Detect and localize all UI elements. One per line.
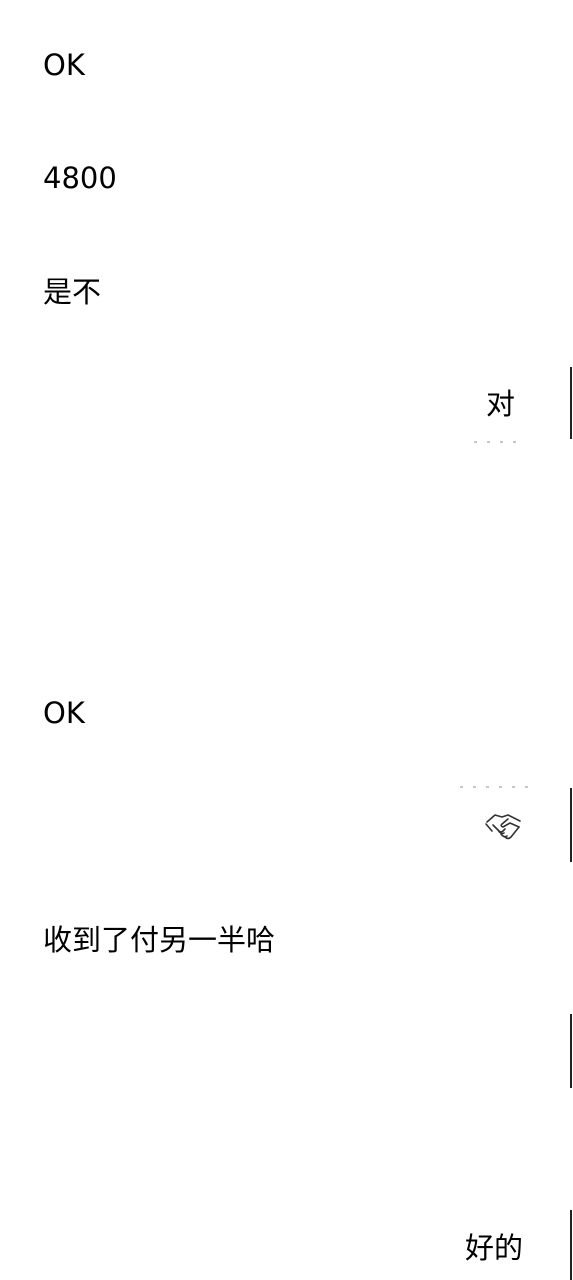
bubble-edge-divider <box>570 367 572 439</box>
handshake-icon <box>485 814 521 840</box>
bubble-edge-divider <box>570 1014 572 1088</box>
outgoing-message: 好的 <box>465 1228 523 1268</box>
incoming-message: OK <box>43 45 85 85</box>
message-text: 好的 <box>464 1231 523 1265</box>
message-text: 收到了付另一半哈 <box>43 923 276 957</box>
bubble-border-dots <box>474 441 516 443</box>
message-text: 是不 <box>43 275 102 309</box>
bubble-edge-divider <box>570 788 572 862</box>
incoming-message: 收到了付另一半哈 <box>43 920 275 960</box>
message-text: 4800 <box>43 161 117 195</box>
message-text: 对 <box>485 387 515 421</box>
incoming-message: OK <box>43 693 85 733</box>
incoming-message: 是不 <box>43 272 101 312</box>
incoming-message: 4800 <box>43 158 117 198</box>
message-text: OK <box>43 696 85 730</box>
bubble-border-dots <box>460 786 528 788</box>
message-text: OK <box>43 48 85 82</box>
outgoing-message: 对 <box>486 384 515 424</box>
bubble-edge-divider <box>570 1210 572 1280</box>
